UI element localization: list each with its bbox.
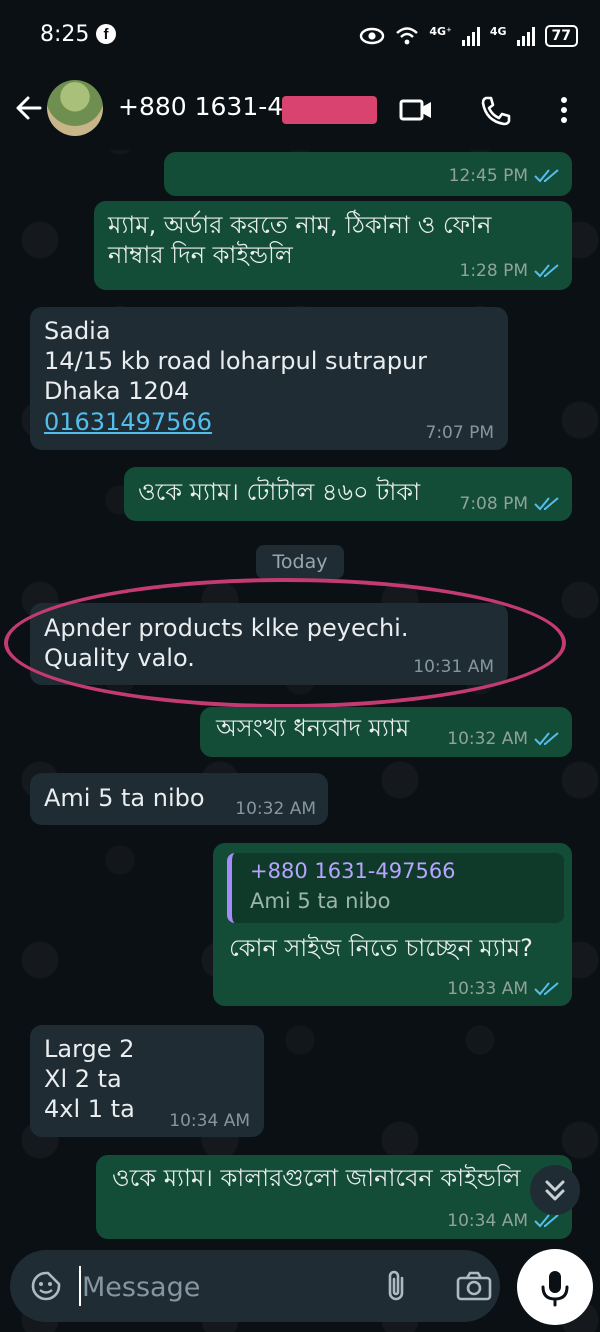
read-receipt-icon	[534, 732, 559, 746]
read-receipt-icon	[534, 982, 559, 996]
message-incoming[interactable]: Sadia 14/15 kb road loharpul sutrapur Dh…	[30, 307, 508, 450]
message-outgoing[interactable]: ওকে ম্যাম। কালারগুলো জানাবেন কাইন্ডলি 10…	[96, 1155, 572, 1239]
quoted-message[interactable]: +880 1631-497566 Ami 5 ta nibo	[227, 853, 564, 923]
eye-icon	[360, 27, 385, 45]
message-outgoing[interactable]: 12:45 PM	[164, 152, 572, 196]
status-time: 8:25	[40, 22, 90, 47]
date-separator: Today	[256, 545, 344, 579]
message-incoming[interactable]: Ami 5 ta nibo 10:32 AM	[30, 773, 328, 825]
quoted-sender: +880 1631-497566	[250, 859, 456, 883]
message-outgoing[interactable]: ওকে ম্যাম। টোটাল ৪৬০ টাকা 7:08 PM	[124, 467, 572, 521]
signal-icon	[461, 26, 480, 46]
more-options-icon[interactable]	[546, 94, 582, 126]
message-time: 10:33 AM	[447, 979, 560, 999]
read-receipt-icon	[534, 497, 559, 511]
attachment-icon[interactable]	[382, 1268, 412, 1304]
redaction-mark	[282, 96, 377, 124]
message-time: 7:08 PM	[460, 494, 561, 514]
message-text: কোন সাইজ নিতে চাচ্ছেন ম্যাম?	[229, 934, 533, 962]
contact-name[interactable]: +880 1631-4	[118, 92, 283, 121]
message-time: 1:28 PM	[460, 261, 561, 281]
message-time: 10:32 AM	[235, 799, 316, 819]
microphone-icon	[541, 1271, 569, 1307]
text-caret	[79, 1266, 81, 1306]
video-call-icon[interactable]	[398, 94, 434, 126]
voice-call-icon[interactable]	[478, 94, 514, 126]
back-arrow-icon[interactable]	[12, 92, 44, 124]
message-incoming[interactable]: Large 2 Xl 2 ta 4xl 1 ta 10:34 AM	[30, 1025, 264, 1137]
scroll-to-bottom-button[interactable]	[530, 1165, 580, 1215]
message-text: ম্যাম, অর্ডার করতে নাম, ঠিকানা ও ফোন নাম…	[108, 211, 492, 269]
highlight-annotation	[4, 578, 566, 708]
message-text: Sadia 14/15 kb road loharpul sutrapur Dh…	[44, 317, 428, 405]
double-chevron-down-icon	[545, 1180, 565, 1201]
status-bar: 8:25 f 4G⁺ 4G 77	[0, 0, 600, 72]
voice-message-button[interactable]	[517, 1249, 593, 1325]
network-type-2: 4G	[489, 24, 507, 38]
facebook-icon: f	[96, 24, 116, 44]
phone-number-link[interactable]: 01631497566	[44, 407, 212, 437]
message-outgoing[interactable]: ম্যাম, অর্ডার করতে নাম, ঠিকানা ও ফোন নাম…	[94, 201, 572, 290]
network-type-1: 4G⁺	[429, 24, 452, 38]
message-text: ওকে ম্যাম। কালারগুলো জানাবেন কাইন্ডলি	[112, 1164, 521, 1192]
message-input[interactable]	[80, 1266, 364, 1308]
read-receipt-icon	[534, 1214, 559, 1228]
compose-bar	[10, 1250, 500, 1322]
read-receipt-icon	[534, 169, 559, 183]
message-outgoing[interactable]: +880 1631-497566 Ami 5 ta nibo কোন সাইজ …	[213, 843, 572, 1006]
message-time: 10:34 AM	[169, 1111, 250, 1131]
chat-header: +880 1631-4	[0, 72, 600, 150]
message-time: 7:07 PM	[425, 423, 495, 443]
quoted-text: Ami 5 ta nibo	[250, 889, 391, 913]
sticker-emoji-icon[interactable]	[30, 1270, 62, 1302]
message-text: ওকে ম্যাম। টোটাল ৪৬০ টাকা	[138, 478, 421, 506]
read-receipt-icon	[534, 264, 559, 278]
message-time: 10:32 AM	[447, 729, 560, 749]
signal-icon-2	[516, 26, 535, 46]
message-time: 12:45 PM	[449, 166, 560, 186]
message-outgoing[interactable]: অসংখ্য ধন্যবাদ ম্যাম 10:32 AM	[200, 707, 572, 757]
wifi-icon	[396, 27, 419, 45]
battery-indicator: 77	[544, 25, 578, 47]
message-text: Large 2 Xl 2 ta 4xl 1 ta	[44, 1035, 135, 1123]
contact-avatar[interactable]	[47, 80, 103, 136]
message-text: Ami 5 ta nibo	[44, 784, 205, 812]
camera-icon[interactable]	[454, 1270, 494, 1302]
message-text: অসংখ্য ধন্যবাদ ম্যাম	[216, 714, 410, 742]
